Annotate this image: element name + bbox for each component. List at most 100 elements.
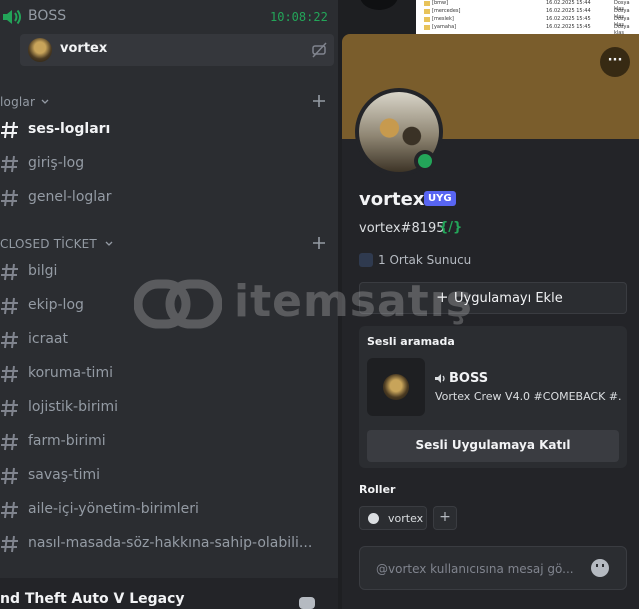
file-name: [bmw]: [432, 0, 449, 6]
channel-koruma-timi[interactable]: koruma-timi: [0, 361, 330, 387]
controller-icon: [299, 597, 315, 609]
file-date: 16.02.2025 15:45: [546, 24, 591, 30]
server-icon: [359, 253, 373, 267]
channel-name: bilgi: [28, 263, 58, 279]
more-options-button[interactable]: ···: [600, 47, 630, 77]
online-status-icon: [414, 150, 436, 172]
voice-timer: 10:08:22: [270, 10, 328, 24]
speaker-icon: [3, 9, 21, 25]
plus-icon: +: [436, 288, 449, 306]
role-name: vortex: [388, 512, 424, 525]
file-name: [yamaha]: [432, 24, 457, 30]
add-channel-icon[interactable]: [312, 94, 326, 108]
message-input[interactable]: [374, 559, 588, 579]
channel-lojistik-birimi[interactable]: lojistik-birimi: [0, 395, 330, 421]
folder-icon: [424, 1, 430, 6]
join-voice-button[interactable]: Sesli Uygulamaya Katıl: [367, 430, 619, 462]
file-date: 16.02.2025 15:45: [546, 16, 591, 22]
folder-icon: [424, 25, 430, 30]
channel-aile-ici-yonetim[interactable]: aile-içi-yönetim-birimleri: [0, 497, 330, 523]
stream-off-icon: [312, 42, 327, 58]
list-item: [bmw] 16.02.2025 15:44 Dosya klas: [424, 0, 636, 12]
chevron-down-icon: [105, 241, 113, 246]
voice-activity-card: Sesli aramada BOSS Vortex Crew V4.0 #COM…: [359, 326, 627, 468]
more-icon: ···: [607, 53, 623, 68]
join-voice-label: Sesli Uygulamaya Katıl: [415, 438, 571, 452]
list-item: [mercedes] 16.02.2025 15:44 Dosya klas: [424, 8, 636, 20]
code-icon: {/}: [439, 220, 463, 235]
voice-section-title: Sesli aramada: [367, 335, 455, 348]
channel-bilgi[interactable]: bilgi: [0, 259, 330, 285]
folder-icon: [424, 9, 430, 14]
file-date: 16.02.2025 15:44: [546, 0, 591, 6]
category-name: CLOSED TİCKET: [0, 237, 97, 251]
channel-name: genel-loglar: [28, 189, 112, 205]
list-item: [yamaha] 16.02.2025 15:45 Dosya klas: [424, 24, 636, 36]
channel-name: ekip-log: [28, 297, 84, 313]
server-thumbnail[interactable]: [367, 358, 425, 416]
channel-genel-loglar[interactable]: genel-loglar: [0, 185, 330, 211]
profile-display-name: vortex: [359, 189, 425, 210]
channel-name: icraat: [28, 331, 68, 347]
add-app-button[interactable]: + Uygulamayı Ekle: [359, 282, 627, 314]
category-name: loglar: [0, 95, 36, 109]
voice-server-description: Vortex Crew V4.0 #COMEBACK #...: [435, 390, 621, 403]
voice-user-name: vortex: [60, 41, 108, 56]
channel-name: giriş-log: [28, 155, 85, 171]
channel-name: ses-logları: [28, 121, 111, 137]
chevron-down-icon: [41, 99, 49, 104]
channel-name: farm-birimi: [28, 433, 106, 449]
message-box[interactable]: [359, 546, 627, 590]
hash-icon: [1, 433, 18, 451]
avatar: [28, 38, 52, 62]
channel-nasil-masada[interactable]: nasıl-masada-söz-hakkına-sahip-olabili..…: [0, 531, 330, 557]
category-loglar[interactable]: loglar: [0, 94, 338, 112]
channel-savas-timi[interactable]: savaş-timi: [0, 463, 330, 489]
hash-icon: [1, 189, 18, 207]
hash-icon: [1, 331, 18, 349]
activity-game-name: nd Theft Auto V Legacy: [0, 591, 185, 607]
background-window: [bmw] 16.02.2025 15:44 Dosya klas [merce…: [338, 0, 639, 36]
channel-icraat[interactable]: icraat: [0, 327, 330, 353]
file-explorer: [bmw] 16.02.2025 15:44 Dosya klas [merce…: [416, 0, 639, 36]
voice-channel-row[interactable]: BOSS 10:08:22: [0, 0, 338, 32]
channel-giris-log[interactable]: giriş-log: [0, 151, 330, 177]
plus-icon: +: [439, 509, 451, 525]
hash-icon: [1, 263, 18, 281]
hash-icon: [1, 297, 18, 315]
file-name: [mercedes]: [432, 8, 461, 14]
folder-icon: [424, 17, 430, 22]
channel-ses-loglari[interactable]: ses-logları: [0, 117, 330, 143]
channel-name: savaş-timi: [28, 467, 100, 483]
add-role-button[interactable]: +: [433, 506, 457, 530]
hash-icon: [1, 535, 18, 553]
roles-heading: Roller: [359, 483, 396, 496]
channel-name: aile-içi-yönetim-birimleri: [28, 501, 199, 517]
add-app-label: Uygulamayı Ekle: [454, 291, 563, 306]
add-channel-icon[interactable]: [312, 236, 326, 250]
role-color-dot: [368, 513, 379, 524]
profile-username[interactable]: vortex#8195: [359, 221, 445, 236]
emoji-icon[interactable]: [591, 559, 609, 577]
channel-sidebar: BOSS 10:08:22 vortex loglar ses-logları …: [0, 0, 338, 609]
voice-server-name: BOSS: [449, 371, 489, 386]
category-closed-ticket[interactable]: CLOSED TİCKET: [0, 236, 338, 254]
activity-bar[interactable]: nd Theft Auto V Legacy: [0, 578, 338, 609]
hash-icon: [1, 501, 18, 519]
channel-farm-birimi[interactable]: farm-birimi: [0, 429, 330, 455]
app-badge: UYG: [424, 191, 456, 206]
mutual-servers-link[interactable]: 1 Ortak Sunucu: [378, 253, 471, 267]
voice-channel-name: BOSS: [28, 8, 67, 24]
hash-icon: [1, 467, 18, 485]
voice-speaker-icon: [435, 374, 445, 383]
hash-icon: [1, 155, 18, 173]
voice-user-row[interactable]: vortex: [20, 34, 334, 66]
file-date: 16.02.2025 15:44: [546, 8, 591, 14]
hash-icon: [1, 365, 18, 383]
user-profile-popout: ··· vortex UYG vortex#8195 {/} 1 Ortak S…: [342, 34, 639, 609]
list-item: [meslek] 16.02.2025 15:45 Dosya klas: [424, 16, 636, 28]
role-chip[interactable]: vortex: [359, 506, 427, 530]
hash-icon: [1, 121, 18, 139]
channel-ekip-log[interactable]: ekip-log: [0, 293, 330, 319]
file-name: [meslek]: [432, 16, 454, 22]
